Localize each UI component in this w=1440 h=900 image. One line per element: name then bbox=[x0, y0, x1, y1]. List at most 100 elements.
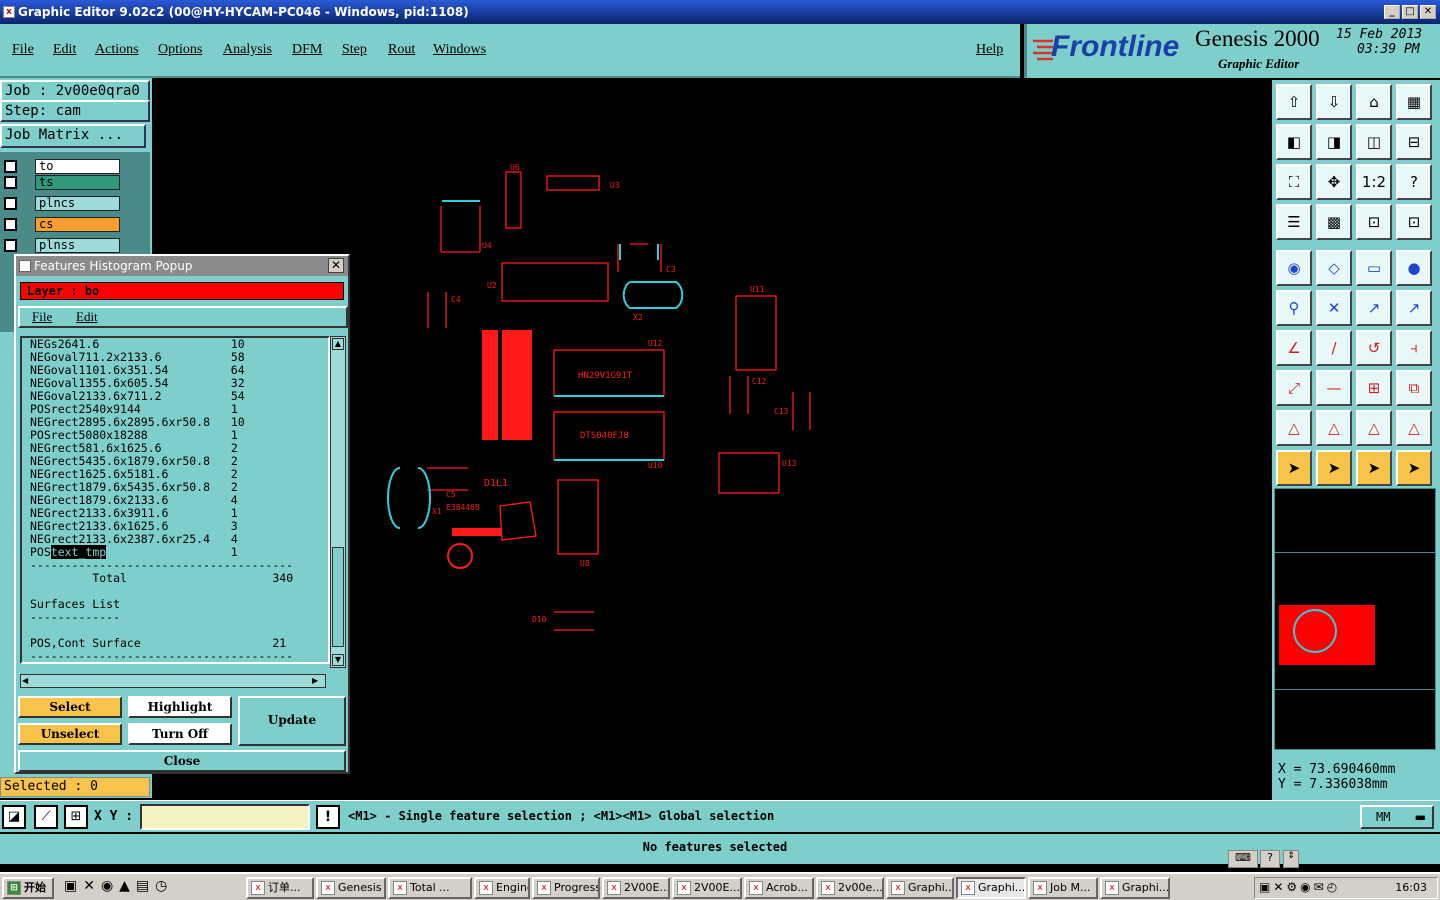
zoom-area-tool-icon[interactable]: ⌂ bbox=[1356, 84, 1392, 120]
histogram-list[interactable]: NEGs2641.6 10 NEGoval711.2x2133.6 58 NEGov… bbox=[20, 336, 330, 664]
measure-icon[interactable]: ⟋ bbox=[34, 805, 58, 829]
zoom-home-tool-icon[interactable]: ⇧ bbox=[1276, 84, 1312, 120]
grid-tool-icon[interactable]: ▩ bbox=[1316, 204, 1352, 240]
feature-measure-tool-icon[interactable]: ▭ bbox=[1356, 250, 1392, 286]
scroll-down-icon[interactable]: ▼ bbox=[332, 654, 344, 666]
layers-tool-icon[interactable]: ☰ bbox=[1276, 204, 1312, 240]
taskbar-task[interactable]: x Job M... bbox=[1028, 877, 1098, 899]
menu-windows[interactable]: Windows bbox=[433, 42, 486, 58]
keyboard-icon[interactable]: ⌨ bbox=[1228, 850, 1258, 868]
menu-rout[interactable]: Rout bbox=[388, 42, 415, 58]
vertex-cut-tool-icon[interactable]: ✕ bbox=[1316, 290, 1352, 326]
taskbar-task[interactable]: x 订单... bbox=[246, 877, 314, 899]
line-join-tool-icon[interactable]: ↗ bbox=[1396, 290, 1432, 326]
taskbar-task[interactable]: x Graphi... bbox=[956, 877, 1026, 899]
menu-actions[interactable]: Actions bbox=[95, 42, 139, 58]
menu-dfm[interactable]: DFM bbox=[292, 42, 322, 58]
fit-profile-tool-icon[interactable]: ✥ bbox=[1316, 164, 1352, 200]
layer-row-to[interactable]: to bbox=[2, 158, 120, 175]
highlight-button[interactable]: Highlight bbox=[128, 696, 232, 718]
maximize-button[interactable]: □ bbox=[1402, 5, 1418, 19]
histogram-horizontal-scrollbar[interactable]: ◀ ▶ bbox=[20, 674, 326, 688]
segment-tool-icon[interactable]: — bbox=[1316, 370, 1352, 406]
close-button[interactable]: ✕ bbox=[1420, 5, 1436, 19]
separator[interactable]: -------------------------------------- bbox=[30, 650, 293, 663]
layer-checkbox[interactable] bbox=[4, 197, 17, 210]
histogram-vertical-scrollbar[interactable]: ▲ ▼ bbox=[330, 336, 346, 668]
zoom-save-tool-icon[interactable]: ⇩ bbox=[1316, 84, 1352, 120]
unselect-button[interactable]: Unselect bbox=[18, 723, 122, 745]
alert-icon[interactable]: ! bbox=[316, 805, 340, 829]
layer-row-ts[interactable]: ts bbox=[2, 174, 120, 191]
help-icon[interactable]: ? bbox=[1260, 850, 1280, 868]
layer-checkbox[interactable] bbox=[4, 239, 17, 252]
snap-2-tool-icon[interactable]: ⊡ bbox=[1396, 204, 1432, 240]
pan-center-tool-icon[interactable]: ◫ bbox=[1356, 124, 1392, 160]
scroll-up-icon[interactable]: ▲ bbox=[332, 338, 344, 350]
popup-menu-edit[interactable]: Edit bbox=[76, 308, 98, 326]
xy-input[interactable] bbox=[140, 804, 310, 830]
feature-add-tool-icon[interactable]: ◉ bbox=[1276, 250, 1312, 286]
taskbar-task[interactable]: x Graphi... bbox=[886, 877, 954, 899]
pan-fit-tool-icon[interactable]: ⊟ bbox=[1396, 124, 1432, 160]
pan-right-tool-icon[interactable]: ◨ bbox=[1316, 124, 1352, 160]
select-pointer-tool-icon[interactable]: ➤ bbox=[1276, 450, 1312, 486]
snap-1-tool-icon[interactable]: ⊡ bbox=[1356, 204, 1392, 240]
taskbar-task[interactable]: x 2V00E... bbox=[672, 877, 742, 899]
feature-rotate-tool-icon[interactable]: ● bbox=[1396, 250, 1432, 286]
taskbar-task[interactable]: x 2V00E... bbox=[602, 877, 670, 899]
close-popup-button[interactable]: Close bbox=[18, 750, 346, 772]
update-button[interactable]: Update bbox=[238, 696, 346, 746]
overview-map[interactable] bbox=[1274, 488, 1436, 750]
select-net-tool-icon[interactable]: ➤ bbox=[1396, 450, 1432, 486]
separator[interactable]: ------------- bbox=[30, 611, 120, 624]
triangle-1-tool-icon[interactable]: △ bbox=[1276, 410, 1312, 446]
scroll-right-icon[interactable]: ▶ bbox=[312, 675, 324, 687]
popup-menu-file[interactable]: File bbox=[32, 308, 52, 326]
triangle-3-tool-icon[interactable]: △ bbox=[1356, 410, 1392, 446]
taskbar-task[interactable]: xEngine... bbox=[474, 877, 530, 899]
pad-ref-tool-icon[interactable]: ⊞ bbox=[1356, 370, 1392, 406]
minimize-button[interactable]: _ bbox=[1384, 5, 1400, 19]
slash-tool-icon[interactable]: / bbox=[1316, 330, 1352, 366]
snap-icon[interactable]: ◪ bbox=[2, 805, 26, 829]
arc-tool-icon[interactable]: ↺ bbox=[1356, 330, 1392, 366]
pan-left-tool-icon[interactable]: ◧ bbox=[1276, 124, 1312, 160]
select-rotate-tool-icon[interactable]: ➤ bbox=[1356, 450, 1392, 486]
job-matrix-button[interactable]: Job Matrix ... bbox=[0, 124, 146, 148]
fit-screen-tool-icon[interactable]: ⛶ bbox=[1276, 164, 1312, 200]
layer-row-cs[interactable]: cs bbox=[2, 216, 120, 233]
pad-line-tool-icon[interactable]: ⫞ bbox=[1396, 330, 1432, 366]
triangle-2-tool-icon[interactable]: △ bbox=[1316, 410, 1352, 446]
feature-move-tool-icon[interactable]: ◇ bbox=[1316, 250, 1352, 286]
layer-row-plnss[interactable]: plnss bbox=[2, 237, 120, 254]
grid-icon[interactable]: ⊞ bbox=[64, 805, 88, 829]
select-button[interactable]: Select bbox=[18, 696, 122, 718]
units-select[interactable]: MM ▬ bbox=[1360, 805, 1434, 829]
menu-edit[interactable]: Edit bbox=[53, 42, 76, 58]
taskbar-task[interactable]: x Acrob... bbox=[744, 877, 814, 899]
menu-help[interactable]: Help bbox=[976, 42, 1003, 58]
taskbar-task[interactable]: x 2v00e... bbox=[816, 877, 884, 899]
layer-row-plncs[interactable]: plncs bbox=[2, 195, 120, 212]
menu-step[interactable]: Step bbox=[342, 42, 367, 58]
query-tool-icon[interactable]: ? bbox=[1396, 164, 1432, 200]
popup-close-icon[interactable]: ✕ bbox=[328, 258, 344, 273]
menu-file[interactable]: File bbox=[12, 42, 34, 58]
layer-checkbox[interactable] bbox=[4, 176, 17, 189]
quick-launch-icons[interactable]: ▣✕◉▲▤◷ bbox=[64, 878, 173, 894]
surface-tool-icon[interactable]: ⧉ bbox=[1396, 370, 1432, 406]
zoom-1-2-tool-icon[interactable]: 1:2 bbox=[1356, 164, 1392, 200]
start-button[interactable]: ⊞ 开始 bbox=[2, 877, 54, 899]
layer-checkbox[interactable] bbox=[4, 160, 17, 173]
zoom-window-tool-icon[interactable]: ▦ bbox=[1396, 84, 1432, 120]
layer-checkbox[interactable] bbox=[4, 218, 17, 231]
vertex-add-tool-icon[interactable]: ⚲ bbox=[1276, 290, 1312, 326]
taskbar-task[interactable]: x Graphi... bbox=[1100, 877, 1170, 899]
taskbar-task[interactable]: x Total ... bbox=[388, 877, 472, 899]
menu-options[interactable]: Options bbox=[158, 42, 202, 58]
step-add-tool-icon[interactable]: ⤢ bbox=[1276, 370, 1312, 406]
taskbar-task[interactable]: x Genesis bbox=[316, 877, 386, 899]
angle-add-tool-icon[interactable]: ∠ bbox=[1276, 330, 1312, 366]
menu-analysis[interactable]: Analysis bbox=[223, 42, 272, 58]
